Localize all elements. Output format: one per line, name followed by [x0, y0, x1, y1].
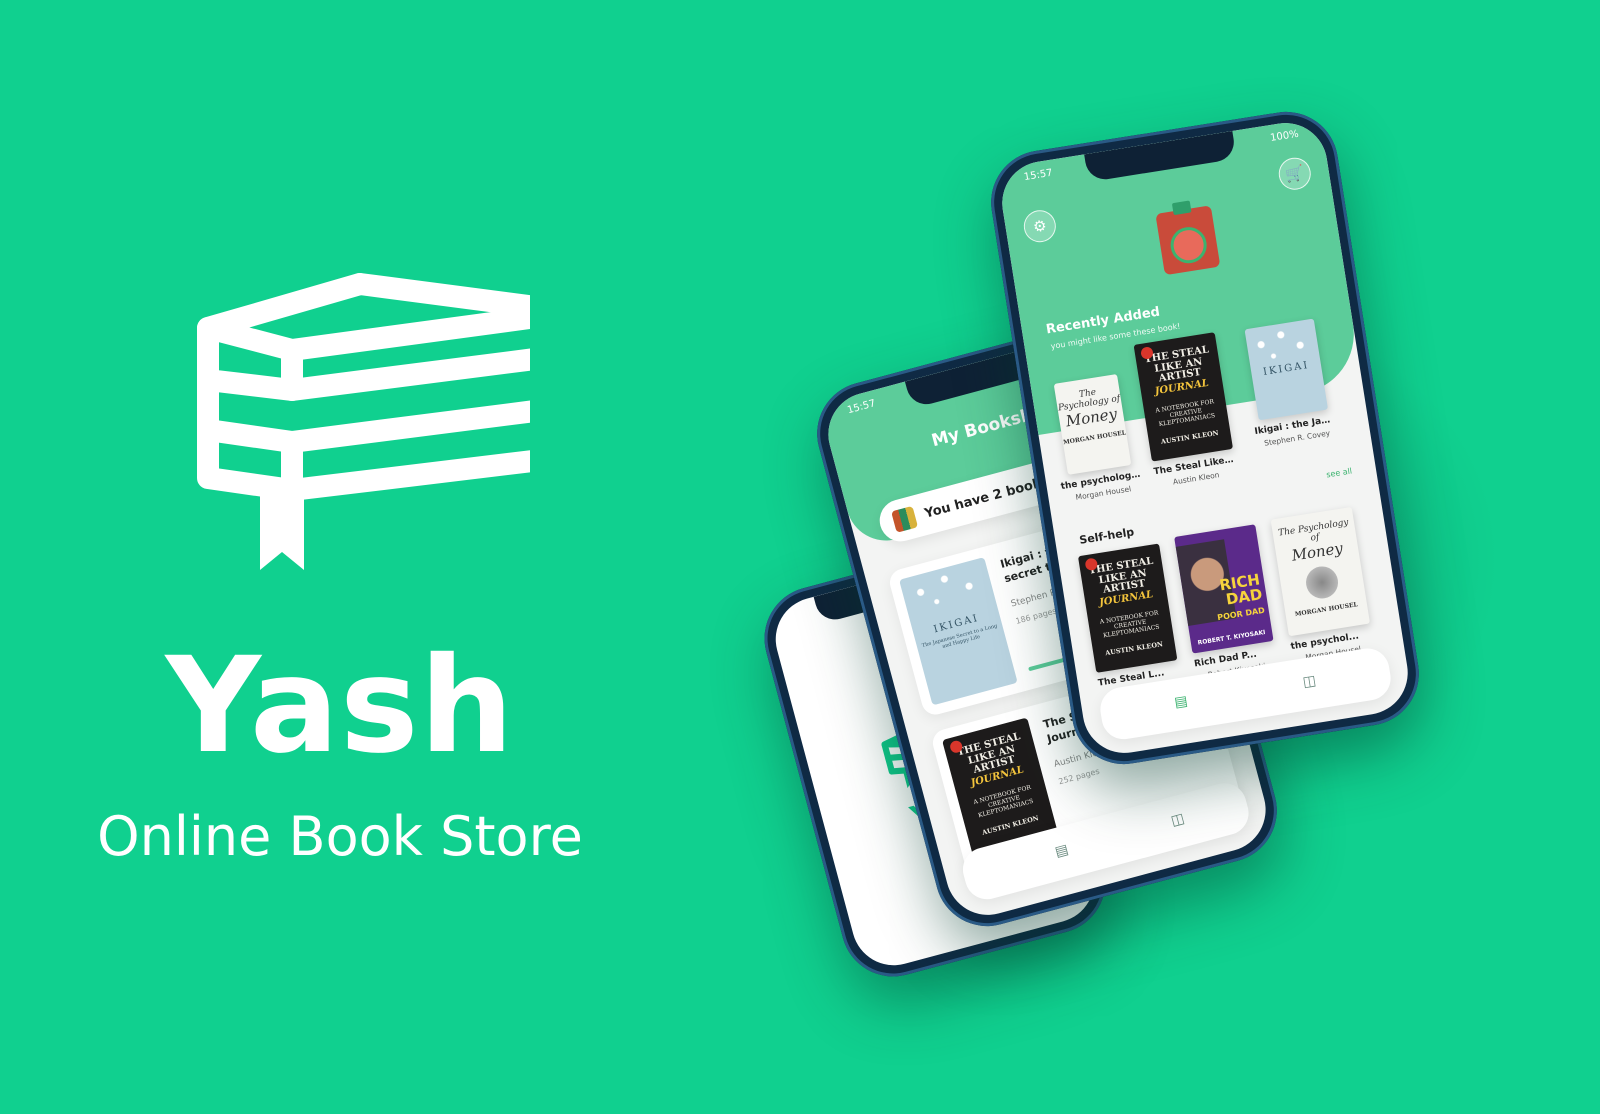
see-all-link[interactable]: see all: [1326, 466, 1353, 479]
book-cover-money: The Psychology of Money MORGAN HOUSEL: [1053, 373, 1132, 475]
shelf-book-pages: 252 pages: [1057, 766, 1101, 787]
book-cover-money: The Psychology of Money MORGAN HOUSEL: [1270, 506, 1371, 637]
book-cover-steal: THE STEAL LIKE AN ARTIST JOURNAL A NOTEB…: [1077, 543, 1178, 673]
brand-tagline: Online Book Store: [97, 805, 583, 868]
bookshelf-tab-icon[interactable]: ◫: [1297, 672, 1322, 695]
watermelon-slice: [1168, 224, 1210, 266]
cover-author: AUSTIN KLEON: [1104, 639, 1164, 657]
book-card[interactable]: The Psychology of Money MORGAN HOUSEL th…: [1270, 506, 1375, 664]
cover-author: MORGAN HOUSEL: [1062, 429, 1127, 447]
cart-icon[interactable]: 🛒: [1276, 155, 1314, 193]
book-cover-ikigai: IKIGAI The Japanese Secret to a Long and…: [899, 557, 1018, 706]
store-tab-icon[interactable]: ▤: [1169, 692, 1194, 715]
coin-art: [1303, 564, 1341, 601]
cover-tagline: A NOTEBOOK FOR CREATIVE KLEPTOMANIACS: [1099, 608, 1160, 639]
book-stack-logo-icon: [197, 273, 530, 570]
book-card[interactable]: RICH DAD POOR DAD ROBERT T. KIYOSAKI Ric…: [1174, 524, 1278, 681]
book-card[interactable]: THE STEAL LIKE AN ARTIST JOURNAL A NOTEB…: [1077, 543, 1182, 701]
cover-tagline: A NOTEBOOK FOR CREATIVE KLEPTOMANIACS: [1154, 397, 1216, 428]
book-cover-rich-dad: RICH DAD POOR DAD ROBERT T. KIYOSAKI: [1174, 524, 1274, 654]
gear-icon[interactable]: ⚙: [1021, 207, 1059, 245]
store-tab-icon[interactable]: ▤: [1049, 840, 1075, 865]
cover-author: AUSTIN KLEON: [1160, 428, 1220, 446]
bookmark-tab: [1171, 200, 1192, 216]
bookshelf-tab-icon[interactable]: ◫: [1165, 809, 1191, 834]
book-cover-ikigai: IKIGAI: [1244, 318, 1329, 421]
brand-name: Yash: [165, 629, 515, 783]
self-help-section-title: Self-help: [1078, 525, 1136, 547]
cover-author: ROBERT T. KIYOSAKI: [1197, 628, 1266, 647]
app-logo-icon: [1155, 200, 1221, 276]
books-mini-icon: [891, 505, 919, 533]
shelf-book-pages: 186 pages: [1014, 606, 1058, 626]
cover-author: MORGAN HOUSEL: [1294, 601, 1359, 619]
